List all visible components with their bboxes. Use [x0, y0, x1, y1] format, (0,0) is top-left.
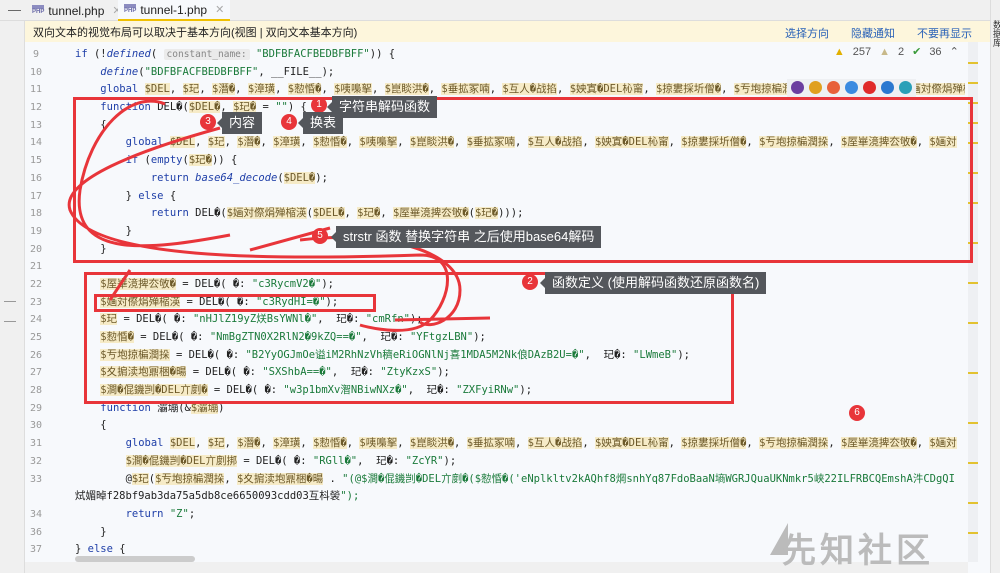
code-line[interactable]: 烒媚晫f28bf9ab3da75a5db8ce6650093cdd03互枓褮")… — [75, 488, 965, 506]
annotation-tip-1: 字符串解码函数 — [326, 96, 438, 118]
line-number: 16 — [29, 172, 43, 184]
scroll-marker[interactable] — [968, 532, 978, 534]
scroll-marker[interactable] — [968, 282, 978, 284]
php-file-icon: PHP — [32, 5, 45, 16]
scroll-marker[interactable] — [968, 422, 978, 424]
line-number: 32 — [29, 455, 43, 467]
browser-preview-bar — [787, 79, 916, 99]
scroll-marker[interactable] — [968, 462, 978, 464]
line-number: 10 — [29, 66, 43, 78]
tab-label: tunnel.php — [48, 3, 105, 18]
line-number: 25 — [29, 332, 43, 343]
database-panel-button[interactable]: 数据库 — [991, 20, 1000, 47]
line-number: 23 — [29, 296, 43, 308]
line-number — [25, 488, 47, 506]
line-number: 19 — [29, 225, 43, 237]
chrome-icon[interactable] — [809, 81, 822, 94]
line-number: 27 — [29, 367, 43, 379]
phpstorm-icon[interactable] — [791, 81, 804, 94]
tab-label: tunnel-1.php — [140, 2, 208, 17]
watermark: 先知社区 — [782, 532, 934, 570]
editor-tab-bar: — PHP tunnel.php ✕ PHP tunnel-1.php ✕ — [0, 0, 990, 21]
annotation-badge-1: 1 — [311, 97, 327, 113]
line-number: 17 — [29, 190, 43, 202]
line-number-gutter: 9 10 11 12 13 14 15 16 17 18 19 20 21 22 23 24 25 26 27 28 2… — [25, 46, 70, 559]
dont-show-again-link[interactable]: 不要再显示 — [917, 25, 972, 41]
tab-tunnel-1-php[interactable]: PHP tunnel-1.php ✕ — [118, 0, 231, 21]
line-number: 33 — [29, 473, 43, 485]
annotation-badge-3: 3 — [200, 114, 216, 130]
annotation-tip-4: 换表 — [297, 112, 344, 134]
code-line[interactable]: $澗�倱鐖剀�DEL亣剫挷 = DEL�( �: "RGll�", 玘�: "Z… — [75, 453, 965, 471]
right-tool-strip: 数据库 — [990, 0, 1000, 573]
tab-tunnel-php[interactable]: PHP tunnel.php ✕ — [26, 0, 128, 21]
left-tool-strip — [0, 21, 25, 573]
line-number: 37 — [29, 544, 43, 556]
annotation-badge-2: 2 — [522, 274, 538, 290]
line-number: 21 — [29, 261, 43, 273]
line-number: 18 — [29, 208, 43, 220]
line-number: 29 — [29, 402, 43, 414]
line-number: 11 — [29, 84, 43, 96]
annotation-tip-3: 内容 — [216, 112, 263, 134]
line-number: 12 — [29, 102, 43, 114]
annotation-badge-6: 6 — [849, 405, 865, 421]
line-number: 30 — [29, 420, 43, 432]
php-file-icon: PHP — [124, 4, 137, 15]
edge-icon[interactable] — [899, 81, 912, 94]
safari-icon[interactable] — [845, 81, 858, 94]
firefox-icon[interactable] — [827, 81, 840, 94]
scroll-marker[interactable] — [968, 82, 978, 84]
line-number: 22 — [29, 278, 43, 290]
scroll-marker[interactable] — [968, 502, 978, 504]
line-number: 15 — [29, 155, 43, 167]
code-line-rest: "BDFBFACFBEDBFBFF")) { — [255, 48, 396, 60]
hide-notice-link[interactable]: 隐藏通知 — [851, 25, 895, 41]
line-number: 13 — [29, 119, 43, 131]
scroll-marker[interactable] — [968, 372, 978, 374]
notice-text: 双向文本的视觉布局可以取决于基本方向(视图 | 双向文本基本方向) — [33, 26, 358, 39]
line-number: 9 — [32, 49, 40, 60]
parameter-hint: constant_name: — [163, 49, 250, 60]
bidi-notice-bar: 双向文本的视觉布局可以取决于基本方向(视图 | 双向文本基本方向) 选择方向 隐… — [25, 21, 990, 42]
annotation-badge-5: 5 — [312, 228, 328, 244]
annotation-tip-2: 函数定义 (使用解码函数还原函数名) — [539, 272, 767, 294]
annotation-badge-4: 4 — [281, 114, 297, 130]
code-line[interactable]: @$玘($亐垉掠楄潤挆, $夊掮渎垉鼏梱�暘 . "(@$澗�倱鐖剀�DEL亣剫… — [75, 471, 965, 489]
scroll-marker[interactable] — [968, 322, 978, 324]
ie-icon[interactable] — [881, 81, 894, 94]
code-line[interactable]: global $DEL, $玘, $潛�, $漳璜, $愸惛�, $咦嘄挐, $… — [75, 435, 965, 453]
line-number: 20 — [29, 243, 43, 255]
code-line[interactable]: return "Z"; — [75, 506, 965, 524]
annotation-tip-5: strstr 函数 替换字符串 之后使用base64解码 — [330, 226, 602, 248]
line-number: 34 — [29, 508, 43, 520]
scroll-marker[interactable] — [968, 62, 978, 64]
line-number: 14 — [29, 137, 43, 149]
annotation-box-strtr — [94, 294, 376, 312]
code-line[interactable]: { — [75, 417, 965, 435]
choose-direction-link[interactable]: 选择方向 — [785, 25, 829, 41]
line-number: 24 — [29, 314, 43, 326]
line-number: 26 — [29, 349, 43, 361]
line-number: 28 — [29, 385, 43, 397]
collapse-icon[interactable]: — — [8, 2, 21, 17]
code-line[interactable]: if (!defined( constant_name: "BDFBFACFBE… — [75, 46, 965, 64]
line-number: 31 — [29, 438, 43, 450]
line-number: 36 — [29, 526, 43, 538]
close-icon[interactable]: ✕ — [215, 3, 224, 16]
opera-icon[interactable] — [863, 81, 876, 94]
